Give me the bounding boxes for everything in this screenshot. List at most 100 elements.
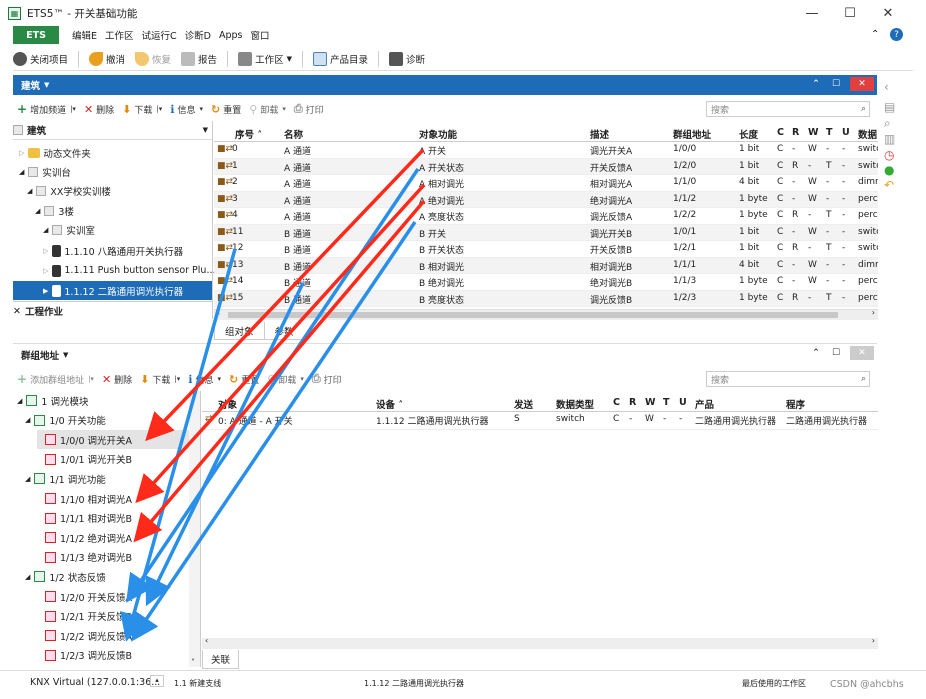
ga-tree-item[interactable]: 1/2/0 开关反馈A	[37, 587, 132, 606]
panel-close-icon[interactable]: ✕	[850, 346, 874, 360]
ga-tree-item[interactable]: ◢ 1/1 调光功能	[25, 469, 106, 488]
tree-item-floor-3[interactable]: ◢ 3楼	[35, 201, 74, 220]
ga-tree-item[interactable]: 1/1/1 相对调光B	[37, 509, 132, 528]
menu-workspace[interactable]: 工作区	[105, 28, 134, 42]
ga-tree-scrollbar[interactable]: ˄ ˅	[189, 391, 200, 667]
col-c[interactable]: C	[777, 127, 784, 138]
ga-tree-item[interactable]: 1/1/2 绝对调光A	[37, 528, 132, 547]
object-row[interactable]: ■⇄ 14 B 通道 B 绝对调光 绝对调光B 1/1/3 1 byte C - W - - perc	[214, 274, 878, 291]
side-properties-icon[interactable]: ▤	[884, 100, 900, 116]
add-channel-button[interactable]: + 增加频道 |▾	[17, 102, 76, 116]
collapse-icon[interactable]: ◢	[25, 573, 30, 581]
maximize-button[interactable]: ☐	[833, 3, 867, 23]
reset-button[interactable]: ↻ 重置	[211, 103, 241, 116]
ga-info-button[interactable]: ℹ 信息 ▾	[188, 373, 221, 386]
undo-button[interactable]: 撤消	[89, 51, 125, 66]
info-button[interactable]: ℹ 信息 ▾	[170, 103, 203, 116]
menu-diagnostics[interactable]: 诊断D	[185, 28, 211, 42]
menu-apps[interactable]: Apps	[219, 30, 243, 41]
redo-button[interactable]: 恢复	[135, 51, 171, 66]
ga-panel-title[interactable]: 群组地址	[21, 348, 59, 362]
panel-restore-icon[interactable]: ☐	[829, 77, 843, 91]
col-c[interactable]: C	[613, 397, 620, 408]
ga-tree-item[interactable]: ◢ 1/2 状态反馈	[25, 567, 106, 586]
print-button[interactable]: ⎙ 打印	[294, 102, 324, 116]
ga-tree-item[interactable]: 1/2/3 调光反馈B	[37, 646, 132, 665]
building-search-input[interactable]: 搜索 ⌕	[706, 101, 870, 117]
add-group-address-button[interactable]: + 添加群组地址 |▾	[17, 372, 94, 386]
col-name[interactable]: 名称	[284, 127, 303, 141]
scroll-right-icon[interactable]: ›	[872, 308, 875, 317]
diagnostics-button[interactable]: 诊断	[388, 51, 425, 66]
side-collapse-icon[interactable]: ‹	[884, 80, 900, 96]
collapse-icon[interactable]: ◢	[25, 416, 30, 424]
collapse-icon[interactable]: ◢	[17, 397, 22, 405]
association-row[interactable]: ⇄ 0: A 通道 - A 开关 1.1.12 二路通用调光执行器 Sswitch C -…	[202, 412, 878, 430]
side-play-icon[interactable]: ●	[884, 163, 900, 179]
object-row[interactable]: ■⇄ 4 A 通道 A 亮度状态 调光反馈A 1/2/2 1 byte C R - T - perc	[214, 208, 878, 225]
tree-item-training-bench[interactable]: ◢ 实训台	[19, 162, 71, 181]
close-button[interactable]: ✕	[871, 3, 905, 23]
panel-collapse-icon[interactable]: ⌃	[809, 77, 823, 91]
col-w[interactable]: W	[808, 127, 818, 138]
collapse-icon[interactable]: ◢	[25, 475, 30, 483]
ga-tree-item[interactable]: 1/1/0 相对调光A	[37, 489, 132, 508]
tree-item-dynamic-folder[interactable]: ▷ 动态文件夹	[19, 143, 91, 162]
menu-commission[interactable]: 试运行C	[142, 28, 177, 42]
col-object[interactable]: 对象	[218, 397, 237, 411]
tab-associations[interactable]: 关联	[202, 650, 240, 669]
side-undo-icon[interactable]: ↶	[884, 178, 900, 194]
help-icon[interactable]: ?	[890, 28, 903, 41]
scroll-left-icon[interactable]: ‹	[217, 308, 220, 317]
col-t[interactable]: T	[663, 397, 669, 408]
panel-collapse-icon[interactable]: ⌃	[809, 346, 823, 360]
ga-download-button[interactable]: ⬇ 下载 |▾	[140, 373, 180, 386]
col-program[interactable]: 程序	[786, 397, 805, 411]
workspace-button[interactable]: 工作区 ▼	[238, 51, 292, 66]
ga-delete-button[interactable]: ✕ 删除	[102, 373, 132, 386]
tree-item-device-1-1-10[interactable]: ▷ 1.1.10 八路通用开关执行器	[43, 241, 183, 260]
tree-item-school-building[interactable]: ◢ XX学校实训楼	[27, 181, 111, 200]
tree-item-training-room[interactable]: ◢ 实训室	[43, 220, 95, 239]
delete-button[interactable]: ✕ 删除	[84, 103, 114, 116]
ga-tree-item[interactable]: 1/1/3 绝对调光B	[37, 548, 132, 567]
ga-tree-item[interactable]: 1/0/0 调光开关A	[37, 430, 189, 450]
chevron-down-icon[interactable]: ▼	[44, 81, 49, 89]
panel-close-icon[interactable]: ✕	[850, 77, 874, 91]
ga-tree-item[interactable]: 1/0/1 调光开关B	[37, 450, 132, 469]
ga-tree-item[interactable]: 1/2/2 调光反馈A	[37, 626, 132, 645]
scrollbar-thumb[interactable]	[228, 312, 838, 318]
menu-edit[interactable]: 编辑E	[72, 28, 97, 42]
unload-button[interactable]: ⚲ 卸载 ▾	[249, 103, 286, 116]
object-row[interactable]: ■⇄ 13 B 通道 B 相对调光 相对调光B 1/1/1 4 bit C - W - - dimr	[214, 257, 878, 274]
col-u[interactable]: U	[842, 127, 850, 138]
side-search-icon[interactable]: ⌕	[884, 116, 900, 132]
ga-unload-button[interactable]: ⚲ 卸载 ▾	[267, 373, 304, 386]
report-button[interactable]: 报告	[181, 51, 217, 66]
minimize-button[interactable]: —	[795, 3, 829, 23]
scroll-down-icon[interactable]: ˅	[191, 658, 195, 667]
col-r[interactable]: R	[629, 397, 636, 408]
scroll-right-icon[interactable]: ›	[872, 636, 875, 645]
col-number[interactable]: 序号 ˄	[235, 127, 262, 141]
ga-reset-button[interactable]: ↻ 重置	[229, 373, 259, 386]
col-object-function[interactable]: 对象功能	[419, 127, 457, 141]
ets-menu-button[interactable]: ETS	[13, 26, 59, 44]
object-grid-scrollbar[interactable]: ‹ ›	[214, 308, 878, 320]
side-list-icon[interactable]: ▥	[884, 132, 900, 148]
col-datatype[interactable]: 数据	[858, 127, 877, 141]
object-row[interactable]: ■⇄ 2 A 通道 A 相对调光 相对调光A 1/1/0 4 bit C - W - - dimr	[214, 175, 878, 192]
ga-search-input[interactable]: 搜索 ⌕	[706, 371, 870, 387]
col-product[interactable]: 产品	[695, 397, 714, 411]
col-u[interactable]: U	[679, 397, 687, 408]
tab-parameters[interactable]: 参数	[264, 322, 304, 340]
ga-grid-scrollbar[interactable]: ‹ ›	[202, 636, 878, 649]
col-description[interactable]: 描述	[590, 127, 609, 141]
ga-tree-item[interactable]: ◢ 1/0 开关功能	[25, 411, 106, 430]
ga-print-button[interactable]: ⎙ 打印	[312, 372, 342, 386]
ga-tree-item[interactable]: 1/2/1 开关反馈B	[37, 607, 132, 626]
col-group-address[interactable]: 群组地址	[673, 127, 711, 141]
object-row[interactable]: ■⇄11B 通道B 开关调光开关B1/0/11 bitC-W--switc	[214, 224, 878, 241]
building-panel-title[interactable]: 建筑	[21, 78, 40, 92]
menu-window[interactable]: 窗口	[251, 28, 270, 42]
